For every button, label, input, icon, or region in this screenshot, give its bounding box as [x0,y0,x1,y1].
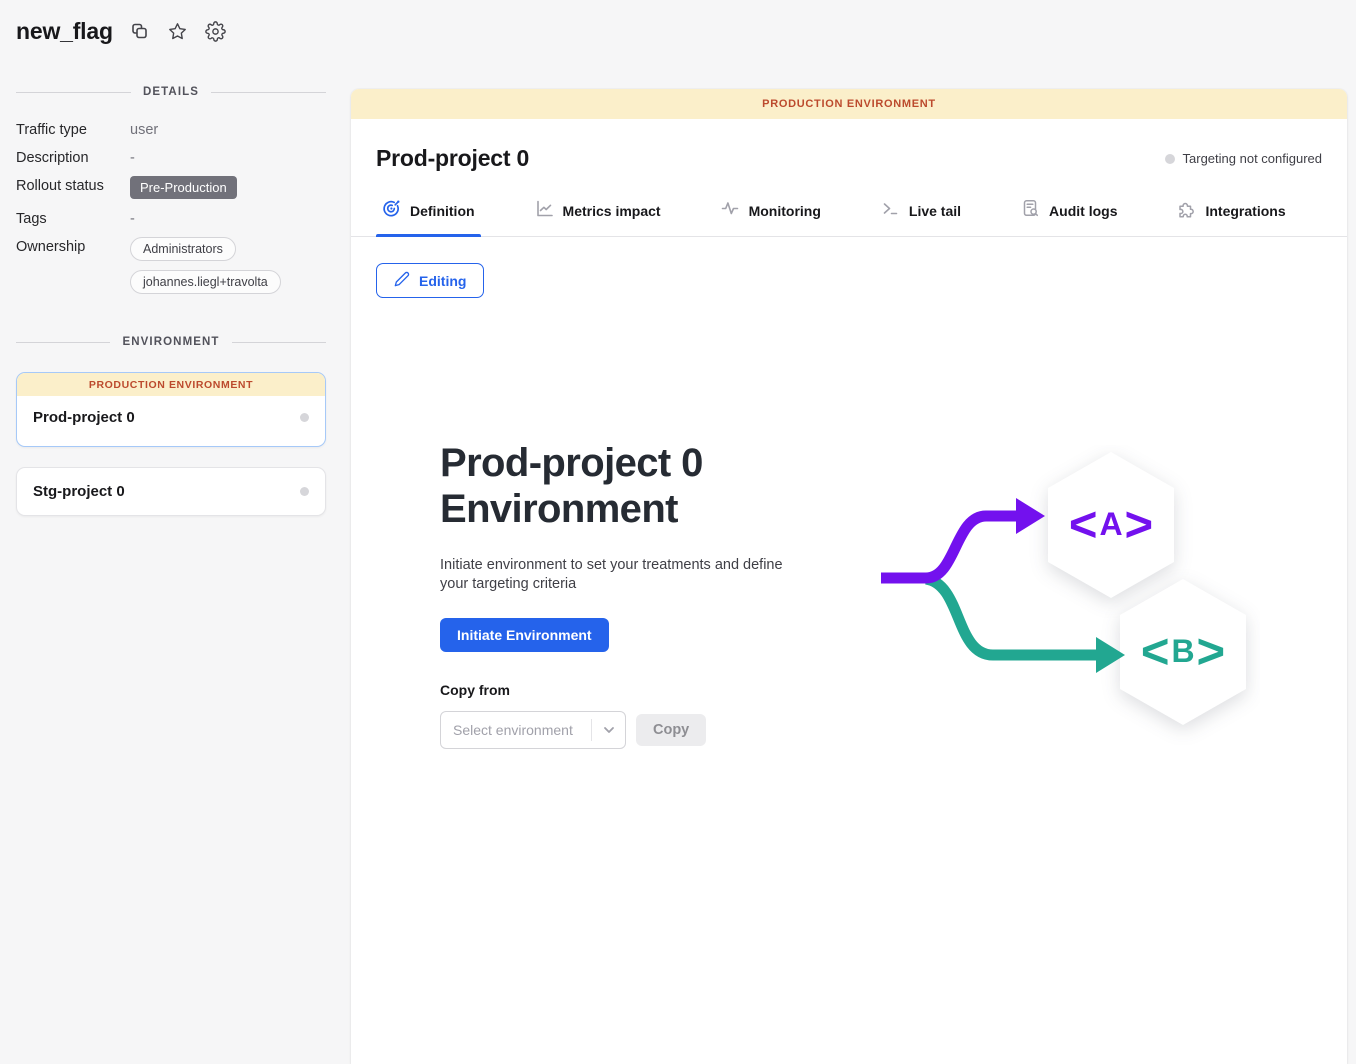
details-list: Traffic type user Description - Rollout … [16,120,326,294]
variant-a-label: < A > [1051,495,1171,555]
hero-title: Prod-project 0 Environment [440,441,842,532]
tab-metrics-impact[interactable]: Metrics impact [529,199,667,236]
copy-from-label: Copy from [440,682,842,698]
environment-heading-label: ENVIRONMENT [122,336,219,348]
rollout-status-badge: Pre-Production [130,176,237,199]
flag-title: new_flag [16,18,113,45]
ab-split-illustration: < A > < B > [870,445,1260,745]
details-section-heading: DETAILS [16,86,326,98]
description-value: - [130,148,135,166]
detail-row-ownership: Ownership Administrators johannes.liegl+… [16,237,326,294]
panel-header: Prod-project 0 Targeting not configured [351,119,1347,172]
page-header: new_flag [16,18,227,45]
document-search-icon [1021,199,1040,223]
ownership-pill-list: Administrators johannes.liegl+travolta [130,237,281,294]
copy-from-environment-select[interactable]: Select environment [440,711,626,749]
environment-card-prod[interactable]: PRODUCTION ENVIRONMENT Prod-project 0 [16,372,326,447]
environment-card-stg[interactable]: Stg-project 0 [16,467,326,516]
initiate-environment-button[interactable]: Initiate Environment [440,618,609,652]
chart-line-icon [535,199,554,223]
environment-section-heading: ENVIRONMENT [16,336,326,348]
star-icon[interactable] [167,21,189,43]
environment-section: ENVIRONMENT PRODUCTION ENVIRONMENT Prod-… [16,336,326,516]
tab-monitoring[interactable]: Monitoring [715,199,827,236]
tab-live-tail[interactable]: Live tail [875,199,967,236]
copy-button[interactable]: Copy [636,714,706,746]
details-heading-label: DETAILS [143,86,199,98]
tags-label: Tags [16,209,130,227]
production-environment-banner: PRODUCTION ENVIRONMENT [17,373,325,396]
environment-title: Prod-project 0 [376,145,529,172]
tab-label: Metrics impact [563,203,661,219]
editing-button-label: Editing [419,273,466,289]
editing-button[interactable]: Editing [376,263,484,298]
environment-card-list: PRODUCTION ENVIRONMENT Prod-project 0 St… [16,372,326,516]
copy-icon[interactable] [129,21,151,43]
owner-pill[interactable]: johannes.liegl+travolta [130,270,281,294]
terminal-icon [881,199,900,223]
tab-label: Audit logs [1049,203,1117,219]
gear-icon[interactable] [205,21,227,43]
puzzle-icon [1177,199,1196,223]
pulse-icon [721,199,740,223]
status-dot [1165,154,1175,164]
ownership-label: Ownership [16,237,130,255]
environment-hero: Prod-project 0 Environment Initiate envi… [440,441,1260,749]
detail-row-rollout-status: Rollout status Pre-Production [16,176,326,199]
owner-pill[interactable]: Administrators [130,237,236,261]
hero-description: Initiate environment to set your treatme… [440,556,812,594]
description-label: Description [16,148,130,166]
tab-audit-logs[interactable]: Audit logs [1015,199,1123,236]
sidebar: DETAILS Traffic type user Description - … [16,86,326,516]
production-environment-banner: PRODUCTION ENVIRONMENT [351,89,1347,119]
target-edit-icon [382,199,401,223]
rollout-status-label: Rollout status [16,176,130,194]
detail-row-description: Description - [16,148,326,166]
environment-card-name: Prod-project 0 [33,409,135,426]
tab-label: Live tail [909,203,961,219]
detail-row-traffic-type: Traffic type user [16,120,326,138]
main-panel: PRODUCTION ENVIRONMENT Prod-project 0 Ta… [351,89,1347,1064]
split-arrows-graphic [870,445,1260,745]
targeting-status: Targeting not configured [1165,151,1322,166]
traffic-type-label: Traffic type [16,120,130,138]
traffic-type-value: user [130,120,158,138]
tab-label: Definition [410,203,475,219]
tab-label: Monitoring [749,203,821,219]
tab-definition[interactable]: Definition [376,199,481,236]
tab-label: Integrations [1205,203,1285,219]
tab-bar: Definition Metrics impact Monitoring [351,199,1347,237]
tab-integrations[interactable]: Integrations [1171,199,1291,236]
targeting-status-text: Targeting not configured [1183,151,1322,166]
status-dot [300,487,309,496]
variant-b-label: < B > [1123,622,1243,682]
chevron-down-icon [592,723,625,737]
pencil-icon [394,271,410,290]
detail-row-tags: Tags - [16,209,326,227]
select-placeholder: Select environment [441,722,591,738]
status-dot [300,413,309,422]
environment-card-name: Stg-project 0 [33,483,125,500]
tags-value: - [130,209,135,227]
